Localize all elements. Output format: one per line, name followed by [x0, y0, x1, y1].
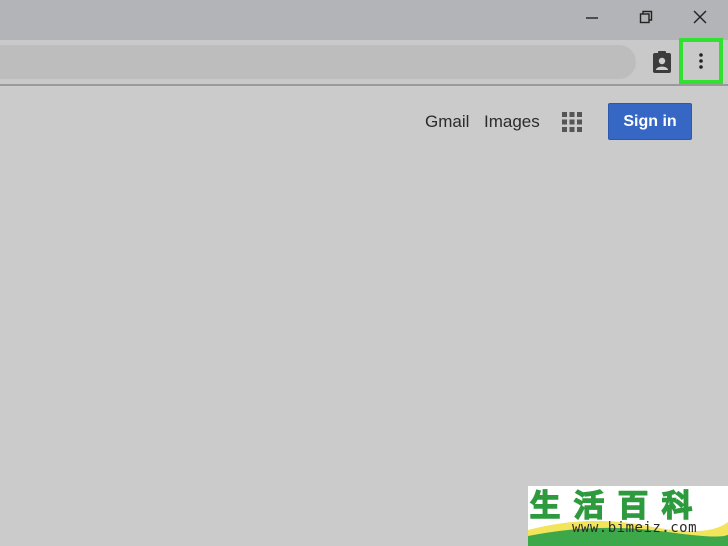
watermark: 生活百科 www.bimeiz.com	[528, 486, 728, 546]
three-dot-vertical-icon	[699, 53, 703, 69]
clipboard-person-icon	[653, 51, 671, 73]
sign-in-button[interactable]: Sign in	[608, 103, 692, 140]
restore-button[interactable]	[620, 0, 672, 34]
toolbar-divider	[0, 84, 728, 86]
apps-grid-icon[interactable]	[561, 111, 583, 133]
minimize-icon	[586, 17, 598, 19]
watermark-url: www.bimeiz.com	[572, 520, 698, 536]
svg-text:生活百科: 生活百科	[530, 489, 706, 524]
gmail-link[interactable]: Gmail	[425, 112, 469, 132]
minimize-button[interactable]	[566, 0, 618, 34]
title-bar	[0, 0, 728, 40]
restore-icon	[639, 10, 653, 24]
browser-toolbar	[0, 40, 728, 84]
images-link[interactable]: Images	[484, 112, 540, 132]
address-bar[interactable]	[0, 45, 636, 79]
chrome-menu-button[interactable]	[679, 38, 723, 84]
close-icon	[693, 10, 707, 24]
close-button[interactable]	[674, 0, 726, 34]
profile-button[interactable]	[650, 50, 674, 74]
watermark-logo: 生活百科	[528, 488, 728, 546]
